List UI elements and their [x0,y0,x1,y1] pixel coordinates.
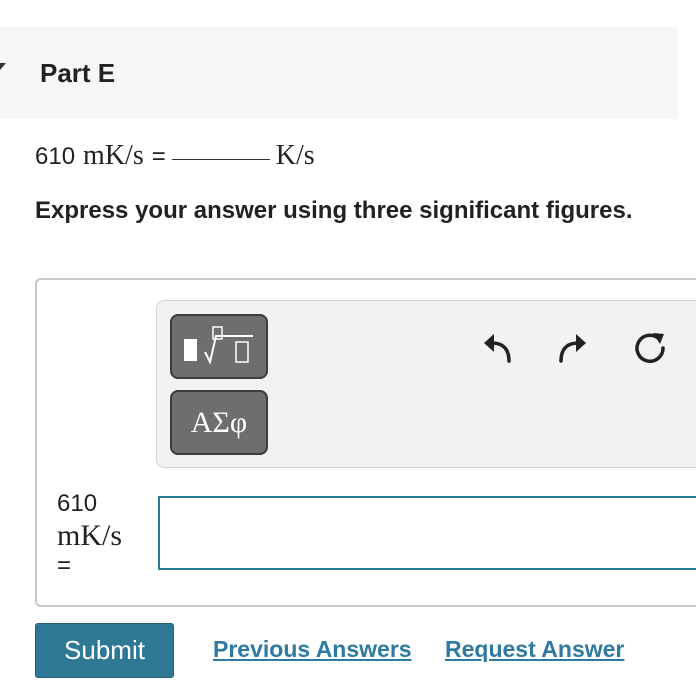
question-statement: 610 mK/s = K/s [35,140,315,172]
reset-icon[interactable] [632,328,668,368]
redo-icon[interactable] [555,328,591,368]
undo-icon[interactable] [479,328,515,368]
submit-button[interactable]: Submit [35,623,174,678]
question-from-unit: mK/s [83,140,144,171]
answer-label-unit: mK/s [57,519,123,552]
templates-button[interactable] [170,314,268,379]
collapse-caret-icon[interactable] [0,63,6,70]
previous-answers-link[interactable]: Previous Answers [213,636,412,663]
answer-input[interactable] [158,496,696,570]
question-to-unit: K/s [275,140,315,171]
part-title: Part E [40,58,116,88]
question-value: 610 [35,143,76,170]
greek-symbols-button[interactable]: ΑΣφ [170,390,268,455]
question-equals: = [151,143,166,170]
answer-label-equals: = [57,552,72,579]
instruction-text: Express your answer using three signific… [35,197,633,224]
fraction-sqrt-templates-icon [184,325,253,365]
answer-label-value: 610 [57,490,98,517]
answer-blank [171,159,270,160]
answer-label: 610 mK/s = [57,488,122,582]
request-answer-link[interactable]: Request Answer [445,636,624,663]
